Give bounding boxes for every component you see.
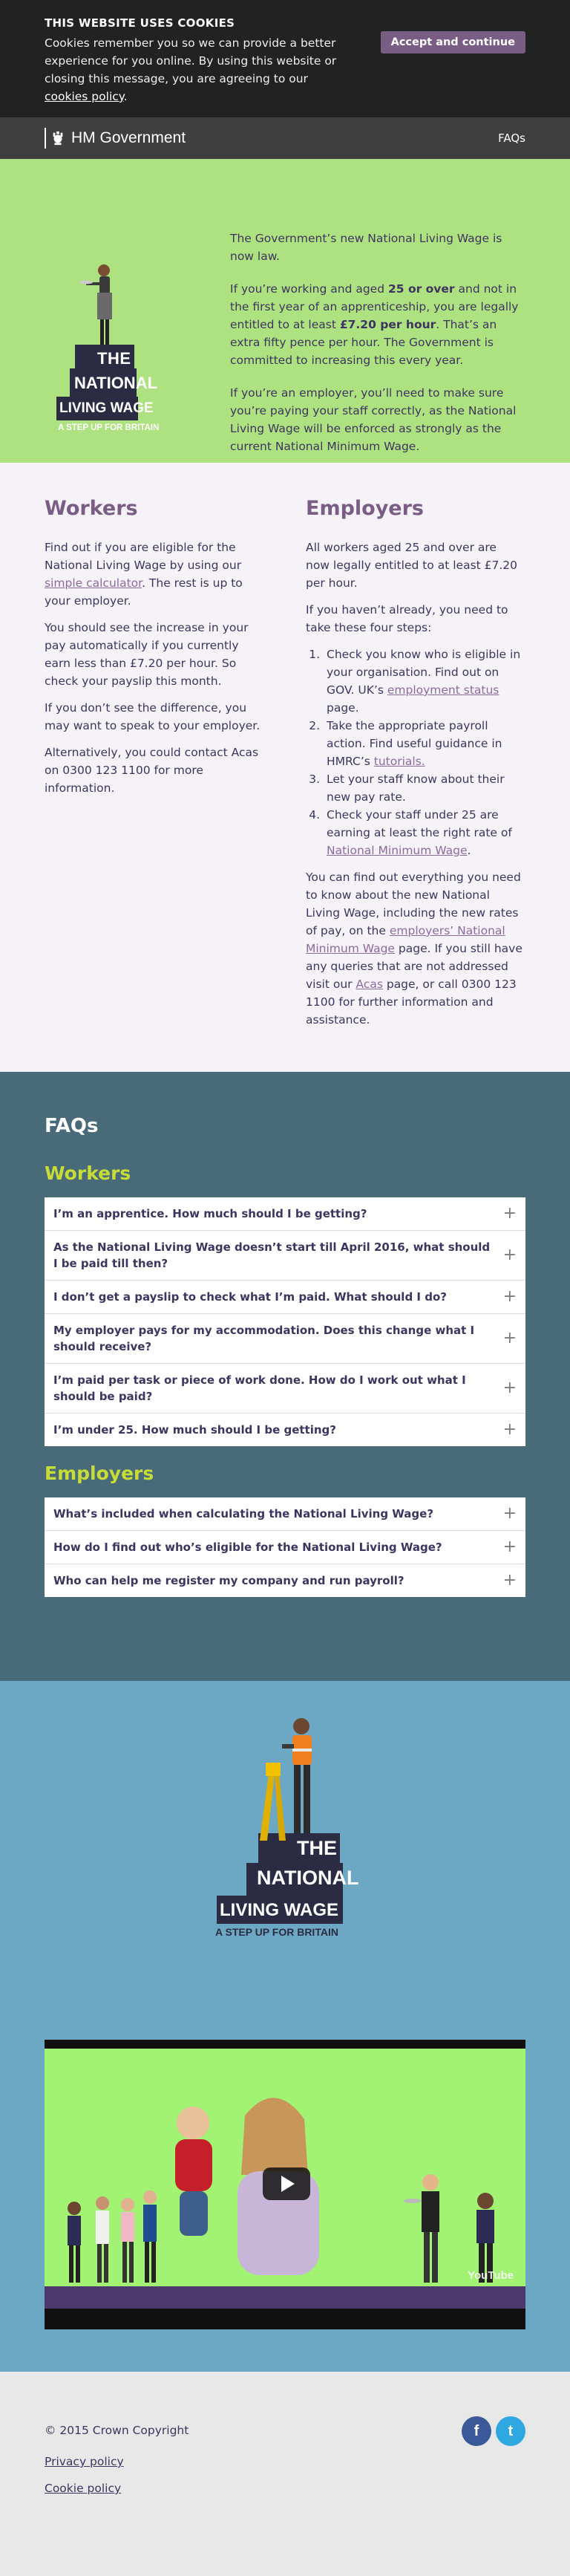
logo-line-national: NATIONAL: [74, 374, 158, 392]
employers-paragraph-1: All workers aged 25 and over are now leg…: [306, 541, 518, 590]
plus-icon: +: [502, 1204, 517, 1223]
video-section: THE NATIONAL LIVING WAGE A STEP UP FOR B…: [0, 1681, 570, 2372]
cookie-policy-link[interactable]: Cookie policy: [45, 2482, 525, 2495]
national-minimum-wage-link[interactable]: National Minimum Wage: [327, 844, 467, 857]
plus-icon: +: [502, 1379, 517, 1397]
faqs-nav-link[interactable]: FAQs: [498, 131, 525, 145]
plus-icon: +: [502, 1287, 517, 1306]
hero-paragraph-1: The Government’s new National Living Wag…: [230, 232, 502, 263]
hero-paragraph-2: If you’re working and aged 25 or over an…: [230, 282, 519, 367]
logo-tagline: A STEP UP FOR BRITAIN: [58, 423, 160, 432]
plus-icon: +: [502, 1420, 517, 1439]
cookie-heading: THIS WEBSITE USES COOKIES: [45, 16, 235, 30]
logo-line-the: THE: [297, 1837, 337, 1859]
privacy-policy-link[interactable]: Privacy policy: [45, 2455, 525, 2468]
employment-status-link[interactable]: employment status: [387, 683, 499, 697]
workers-paragraph-4: Alternatively, you could contact Acas on…: [45, 746, 259, 795]
employers-faq-list: What’s included when calculating the Nat…: [45, 1497, 525, 1597]
facebook-icon[interactable]: f: [462, 2416, 491, 2446]
logo-text: HM Government: [71, 129, 186, 146]
acas-link[interactable]: Acas: [356, 978, 382, 991]
list-item: Check your staff under 25 are earning at…: [324, 806, 522, 859]
twitter-icon[interactable]: t: [496, 2416, 525, 2446]
logo-line-living-wage: LIVING WAGE: [59, 400, 154, 416]
info-section: Workers Find out if you are eligible for…: [0, 463, 570, 1072]
logo-line-living-wage: LIVING WAGE: [220, 1900, 339, 1920]
employer-steps-list: Check you know who is eligible in your o…: [324, 645, 522, 859]
hero-section: THE NATIONAL LIVING WAGE A STEP UP FOR B…: [0, 159, 570, 463]
logo-line-national: NATIONAL: [257, 1867, 359, 1889]
faqs-workers-heading: Workers: [45, 1162, 131, 1184]
campaign-logo-waitress: THE NATIONAL LIVING WAGE A STEP UP FOR B…: [56, 233, 183, 434]
logo-tagline: A STEP UP FOR BRITAIN: [215, 1926, 338, 1938]
faq-item[interactable]: My employer pays for my accommodation. D…: [45, 1314, 525, 1364]
cookie-banner: THIS WEBSITE USES COOKIES Cookies rememb…: [0, 0, 570, 117]
footer: © 2015 Crown Copyright Privacy policy Co…: [0, 2372, 570, 2576]
workers-paragraph-3: If you don’t see the difference, you may…: [45, 701, 261, 732]
list-item: Let your staff know about their new pay …: [324, 770, 522, 806]
workers-faq-list: I’m an apprentice. How much should I be …: [45, 1197, 525, 1446]
plus-icon: +: [502, 1538, 517, 1556]
play-button[interactable]: [263, 2167, 310, 2200]
employers-paragraph-2: If you haven’t already, you need to take…: [306, 603, 508, 634]
social-links: f t: [462, 2416, 525, 2446]
workers-column: Workers Find out if you are eligible for…: [45, 497, 261, 1072]
faqs-employers-heading: Employers: [45, 1463, 154, 1484]
government-header: HM Government FAQs: [0, 117, 570, 159]
cookie-text: Cookies remember you so we can provide a…: [45, 36, 337, 103]
royal-crest-icon: [45, 128, 65, 149]
simple-calculator-link[interactable]: simple calculator: [45, 576, 142, 590]
employers-column: Employers All workers aged 25 and over a…: [306, 497, 522, 1072]
plus-icon: +: [502, 1504, 517, 1523]
workers-paragraph-1: Find out if you are eligible for the Nat…: [45, 541, 243, 608]
faq-item[interactable]: Who can help me register my company and …: [45, 1564, 525, 1597]
hero-paragraph-3: If you’re an employer, you’ll need to ma…: [230, 386, 517, 453]
logo-line-the: THE: [97, 349, 131, 368]
list-item: Take the appropriate payroll action. Fin…: [324, 717, 522, 770]
employers-paragraph-3: You can find out everything you need to …: [306, 871, 522, 1027]
plus-icon: +: [502, 1329, 517, 1347]
faq-item[interactable]: I’m under 25. How much should I be getti…: [45, 1414, 525, 1446]
tutorials-link[interactable]: tutorials.: [374, 755, 425, 768]
employers-heading: Employers: [306, 497, 425, 520]
accept-cookies-button[interactable]: Accept and continue: [380, 31, 525, 53]
plus-icon: +: [502, 1246, 517, 1264]
faq-item[interactable]: How do I find out who’s eligible for the…: [45, 1531, 525, 1564]
video-thumbnail: YouTube: [45, 2049, 525, 2309]
faq-item[interactable]: I’m an apprentice. How much should I be …: [45, 1197, 525, 1231]
plus-icon: +: [502, 1571, 517, 1590]
list-item: Check you know who is eligible in your o…: [324, 645, 522, 717]
faq-item[interactable]: I don’t get a payslip to check what I’m …: [45, 1281, 525, 1314]
video-player[interactable]: YouTube: [45, 2040, 525, 2329]
campaign-logo-worker: THE NATIONAL LIVING WAGE A STEP UP FOR B…: [215, 1714, 359, 1938]
faqs-section: FAQs Workers I’m an apprentice. How much…: [0, 1072, 570, 1681]
faq-item[interactable]: As the National Living Wage doesn’t star…: [45, 1231, 525, 1281]
youtube-logo[interactable]: YouTube: [468, 2269, 514, 2282]
workers-heading: Workers: [45, 497, 138, 520]
copyright-text: © 2015 Crown Copyright: [45, 2424, 189, 2437]
faqs-title: FAQs: [45, 1115, 99, 1137]
hero-text: The Government’s new National Living Wag…: [230, 230, 527, 470]
workers-paragraph-2: You should see the increase in your pay …: [45, 621, 249, 688]
hm-government-logo[interactable]: HM Government: [45, 128, 186, 149]
faq-item[interactable]: What’s included when calculating the Nat…: [45, 1497, 525, 1531]
cookies-policy-link[interactable]: cookies policy: [45, 90, 124, 103]
faq-item[interactable]: I’m paid per task or piece of work done.…: [45, 1364, 525, 1414]
